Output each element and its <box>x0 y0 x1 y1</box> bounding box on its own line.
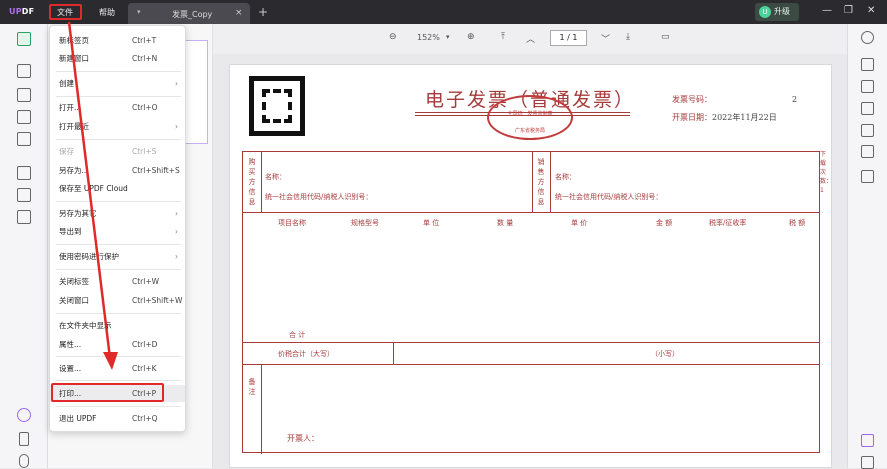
annotation-arrow <box>67 21 118 370</box>
